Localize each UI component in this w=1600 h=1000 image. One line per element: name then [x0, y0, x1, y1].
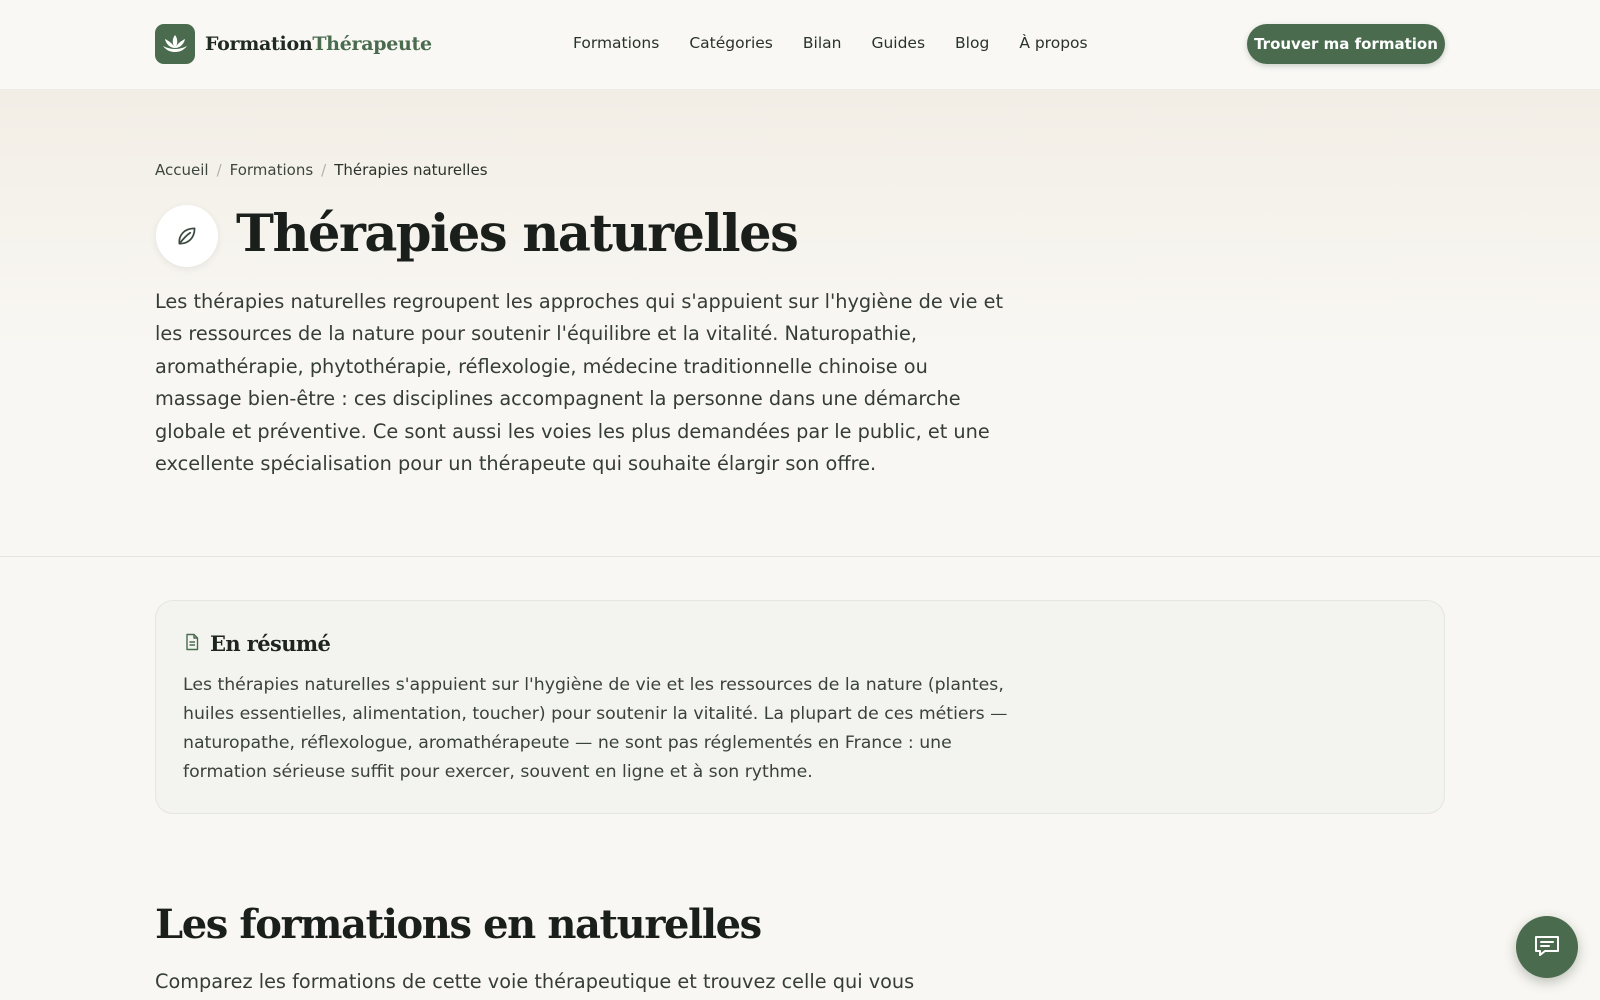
leaf-icon	[156, 205, 218, 267]
brand-name: FormationThérapeute	[205, 33, 432, 55]
nav-item-categories[interactable]: Catégories	[689, 34, 773, 52]
find-formation-button[interactable]: Trouver ma formation	[1247, 24, 1445, 64]
document-icon	[184, 633, 200, 655]
lotus-icon	[155, 24, 195, 64]
breadcrumb-separator: /	[216, 161, 222, 179]
nav-item-formations[interactable]: Formations	[573, 34, 659, 52]
summary-text: Les thérapies naturelles s'appuient sur …	[183, 675, 1008, 782]
summary-title: En résumé	[210, 631, 331, 656]
chat-button[interactable]	[1516, 916, 1578, 978]
page-title: Thérapies naturelles	[236, 204, 799, 264]
nav-item-a-propos[interactable]: À propos	[1019, 34, 1087, 52]
nav-item-guides[interactable]: Guides	[871, 34, 925, 52]
nav-item-blog[interactable]: Blog	[955, 34, 989, 52]
site-header: FormationThérapeute Formations Catégorie…	[0, 0, 1600, 90]
summary-card: En résumé Les thérapies naturelles s'app…	[155, 600, 1445, 814]
main-nav: Formations Catégories Bilan Guides Blog …	[573, 34, 1118, 52]
formations-section-subtitle: Comparez les formations de cette voie th…	[155, 970, 915, 993]
breadcrumb-home[interactable]: Accueil	[155, 161, 209, 179]
breadcrumb-formations[interactable]: Formations	[230, 161, 314, 179]
breadcrumb-current: Thérapies naturelles	[334, 161, 488, 179]
brand-name-part1: Formation	[205, 33, 313, 55]
nav-item-bilan[interactable]: Bilan	[803, 34, 842, 52]
breadcrumb: Accueil / Formations / Thérapies naturelles	[155, 161, 488, 179]
breadcrumb-separator: /	[321, 161, 327, 179]
intro-paragraph: Les thérapies naturelles regroupent les …	[155, 290, 1003, 476]
formations-section-title: Les formations en naturelles	[155, 901, 762, 948]
chat-icon	[1533, 933, 1561, 962]
brand-name-part2: Thérapeute	[312, 33, 432, 55]
summary-header: En résumé	[184, 631, 331, 656]
logo[interactable]: FormationThérapeute	[155, 24, 432, 64]
hero-section: Accueil / Formations / Thérapies naturelles …	[0, 90, 1600, 557]
